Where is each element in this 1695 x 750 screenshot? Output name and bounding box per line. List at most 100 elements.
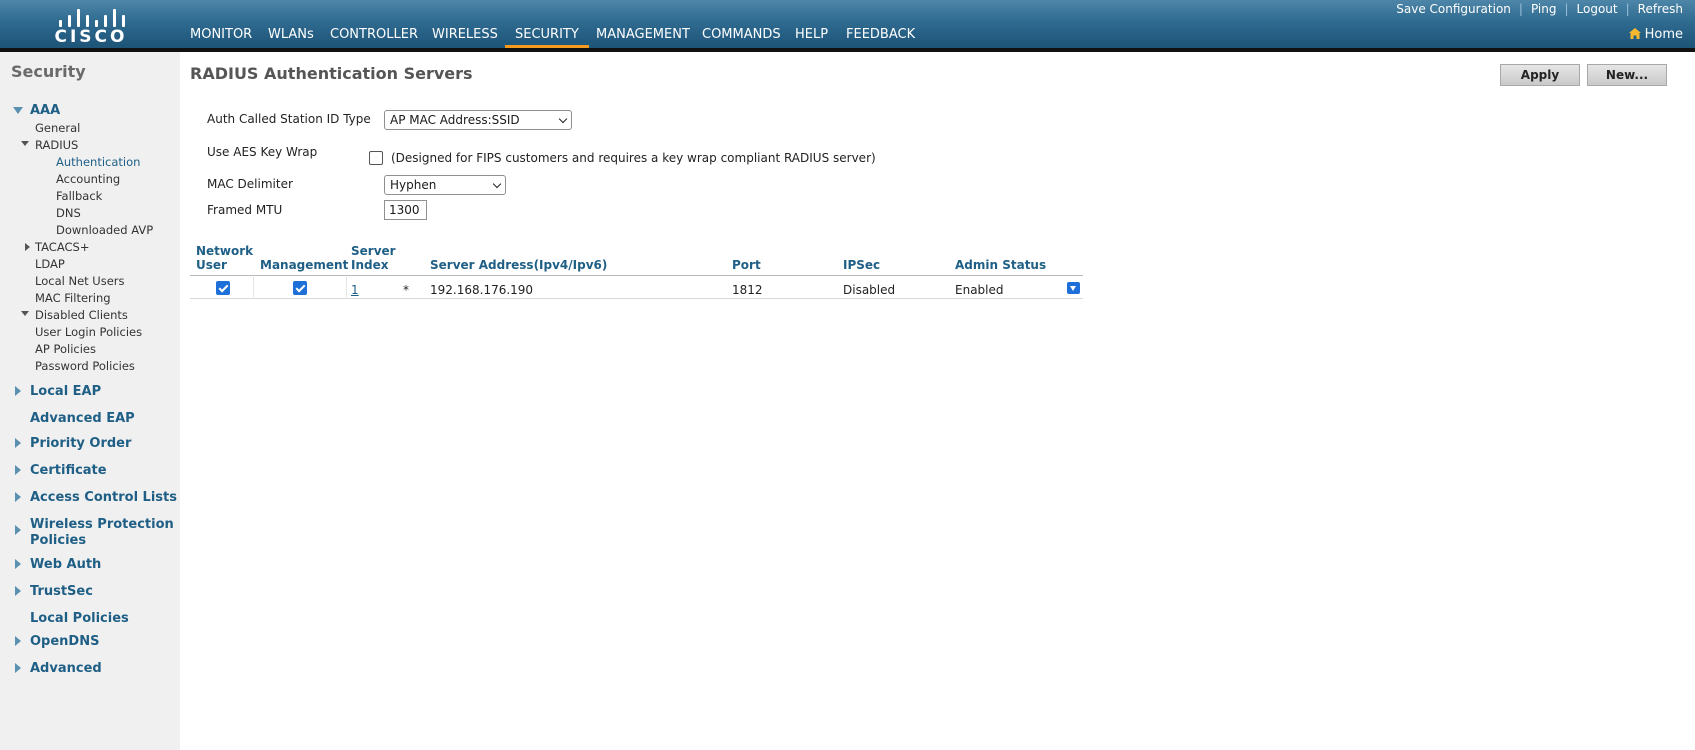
home-link[interactable]: Home (1628, 27, 1683, 42)
collapsed-arrow-icon[interactable] (15, 559, 21, 569)
col-header-server-index[interactable]: Server Index (351, 244, 396, 272)
header-divider (0, 48, 1695, 52)
sidebar-section-opendns[interactable]: OpenDNS (30, 634, 99, 649)
home-icon (1628, 28, 1641, 39)
sidebar-item-password-policies[interactable]: Password Policies (35, 359, 135, 373)
nav-controller[interactable]: CONTROLLER (330, 27, 418, 45)
col-header-network-user-line1: Network (196, 244, 254, 258)
sidebar-section-web-auth[interactable]: Web Auth (30, 557, 101, 572)
sidebar-item-downloaded-avp[interactable]: Downloaded AVP (56, 223, 153, 237)
expanded-arrow-icon[interactable] (21, 311, 29, 316)
refresh-link[interactable]: Refresh (1638, 2, 1683, 16)
table-header-rule (190, 275, 1083, 276)
sidebar-item-ap-policies[interactable]: AP Policies (35, 342, 96, 356)
row-actions-dropdown-icon[interactable] (1067, 282, 1080, 294)
sidebar-section-advanced-eap[interactable]: Advanced EAP (30, 411, 135, 426)
collapsed-arrow-icon[interactable] (15, 492, 21, 502)
nav-commands[interactable]: COMMANDS (702, 27, 781, 45)
col-header-management[interactable]: Management (260, 258, 348, 272)
sidebar-item-authentication[interactable]: Authentication (56, 155, 140, 169)
ipsec-cell: Disabled (843, 283, 896, 297)
cisco-logo-text: CISCO (54, 27, 128, 47)
separator: | (1518, 2, 1523, 16)
aes-key-wrap-label: Use AES Key Wrap (207, 145, 318, 159)
management-checkbox[interactable] (293, 281, 307, 295)
collapsed-arrow-icon[interactable] (15, 438, 21, 448)
sidebar-section-priority-order[interactable]: Priority Order (30, 436, 131, 451)
sidebar-section-trustsec[interactable]: TrustSec (30, 584, 93, 599)
nav-security[interactable]: SECURITY (505, 27, 589, 49)
collapsed-arrow-icon[interactable] (15, 465, 21, 475)
table-row-rule (190, 298, 1083, 299)
top-utility-links: Save Configuration | Ping | Logout | Refresh (1396, 2, 1683, 16)
mac-delimiter-value: Hyphen (390, 178, 437, 192)
sidebar-section-access-control-lists[interactable]: Access Control Lists (30, 490, 177, 505)
admin-status-cell: Enabled (955, 283, 1004, 297)
server-index-marker: * (403, 283, 409, 297)
sidebar-section-advanced[interactable]: Advanced (30, 661, 102, 676)
col-header-port[interactable]: Port (732, 258, 761, 272)
nav-help[interactable]: HELP (795, 27, 828, 45)
sidebar-item-radius[interactable]: RADIUS (35, 138, 78, 152)
sidebar-section-local-policies[interactable]: Local Policies (30, 611, 129, 626)
sidebar-item-mac-filtering[interactable]: MAC Filtering (35, 291, 111, 305)
col-header-admin-status[interactable]: Admin Status (955, 258, 1046, 272)
save-configuration-link[interactable]: Save Configuration (1396, 2, 1511, 16)
nav-wireless[interactable]: WIRELESS (432, 27, 498, 45)
collapsed-arrow-icon[interactable] (15, 386, 21, 396)
sidebar-item-disabled-clients[interactable]: Disabled Clients (35, 308, 128, 322)
logout-link[interactable]: Logout (1577, 2, 1618, 16)
collapsed-arrow-icon[interactable] (15, 525, 21, 535)
mac-delimiter-select[interactable]: Hyphen (384, 175, 506, 195)
sidebar-item-local-net-users[interactable]: Local Net Users (35, 274, 125, 288)
sidebar-section-wireless-protection-policies[interactable]: Wireless Protection (30, 517, 174, 532)
nav-management[interactable]: MANAGEMENT (596, 27, 690, 45)
sidebar-item-user-login-policies[interactable]: User Login Policies (35, 325, 142, 339)
sidebar-title: Security (11, 62, 86, 81)
expanded-arrow-icon[interactable] (13, 107, 23, 114)
col-header-server-index-line1: Server (351, 244, 396, 258)
collapsed-arrow-icon[interactable] (15, 663, 21, 673)
collapsed-arrow-icon[interactable] (15, 586, 21, 596)
sidebar-item-dns[interactable]: DNS (56, 206, 81, 220)
separator: | (1564, 2, 1569, 16)
expanded-arrow-icon[interactable] (21, 141, 29, 146)
new-button[interactable]: New... (1587, 64, 1667, 86)
top-header-bar: CISCO MONITOR WLANs CONTROLLER WIRELESS … (0, 0, 1695, 49)
column-divider (253, 277, 254, 297)
apply-button[interactable]: Apply (1500, 64, 1580, 86)
sidebar-section-wireless-protection-policies-line2[interactable]: Policies (30, 533, 86, 548)
ping-link[interactable]: Ping (1531, 2, 1557, 16)
column-divider (346, 277, 347, 297)
page-title: RADIUS Authentication Servers (190, 64, 473, 83)
auth-called-station-value: AP MAC Address:SSID (390, 113, 520, 127)
sidebar-section-aaa[interactable]: AAA (30, 103, 60, 118)
sidebar-section-local-eap[interactable]: Local EAP (30, 384, 101, 399)
nav-wlans[interactable]: WLANs (268, 27, 314, 45)
nav-monitor[interactable]: MONITOR (190, 27, 252, 45)
framed-mtu-label: Framed MTU (207, 203, 283, 217)
separator: | (1625, 2, 1630, 16)
aes-key-wrap-checkbox[interactable] (369, 151, 383, 165)
collapsed-arrow-icon[interactable] (25, 243, 30, 251)
nav-feedback[interactable]: FEEDBACK (846, 27, 915, 45)
aes-key-wrap-note: (Designed for FIPS customers and require… (391, 151, 876, 165)
network-user-checkbox[interactable] (216, 281, 230, 295)
col-header-ipsec[interactable]: IPSec (843, 258, 880, 272)
sidebar: Security AAA General RADIUS Authenticati… (0, 52, 180, 750)
cisco-logo-bars-icon (57, 5, 125, 27)
col-header-network-user[interactable]: Network User (196, 244, 253, 272)
sidebar-item-ldap[interactable]: LDAP (35, 257, 65, 271)
chevron-down-icon (558, 114, 568, 124)
sidebar-item-tacacs[interactable]: TACACS+ (35, 240, 89, 254)
cisco-logo: CISCO (50, 5, 132, 47)
auth-called-station-select[interactable]: AP MAC Address:SSID (384, 110, 572, 130)
framed-mtu-input[interactable]: 1300 (384, 200, 427, 220)
col-header-server-address[interactable]: Server Address(Ipv4/Ipv6) (430, 258, 607, 272)
sidebar-item-general[interactable]: General (35, 121, 80, 135)
sidebar-item-accounting[interactable]: Accounting (56, 172, 120, 186)
sidebar-item-fallback[interactable]: Fallback (56, 189, 102, 203)
sidebar-section-certificate[interactable]: Certificate (30, 463, 107, 478)
collapsed-arrow-icon[interactable] (15, 636, 21, 646)
server-index-link[interactable]: 1 (351, 283, 359, 297)
